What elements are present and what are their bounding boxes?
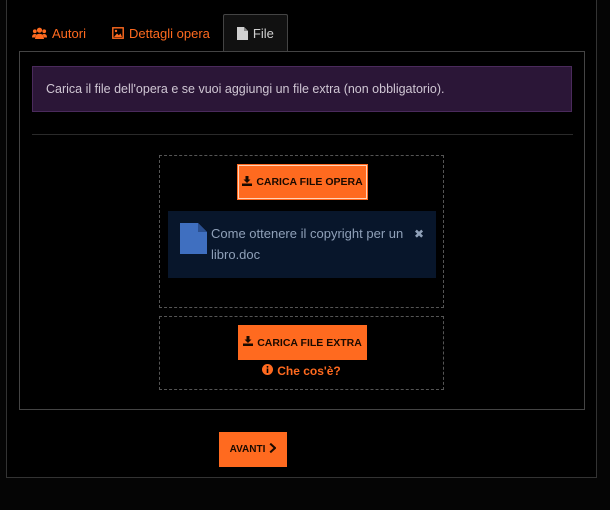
upload-icon [243,336,254,349]
image-icon [112,27,124,39]
upload-icon [242,175,253,189]
uploaded-file-name: Come ottenere il copyright per un libro.… [211,226,404,262]
next-button[interactable]: AVANTI [219,432,287,467]
uploaded-file-item: Come ottenere il copyright per un libro.… [168,211,436,278]
file-icon [236,26,248,40]
upload-extra-file-button[interactable]: CARICA FILE EXTRA [238,325,367,360]
tab-content-file: Carica il file dell'opera e se vuoi aggi… [19,51,585,410]
document-icon [180,223,207,259]
info-alert: Carica il file dell'opera e se vuoi aggi… [32,66,572,112]
tab-bar: Autori Dettagli opera File [19,14,288,52]
next-button-label: AVANTI [229,444,266,455]
upload-main-file-button[interactable]: CARICA FILE OPERA [238,165,367,199]
info-circle-icon [262,364,274,378]
whatis-link[interactable]: Che cos'è? [160,364,443,378]
tab-dettagli-opera-label: Dettagli opera [128,25,210,41]
upload-extra-file-label: CARICA FILE EXTRA [257,336,362,349]
tab-dettagli-opera[interactable]: Dettagli opera [99,14,223,52]
tab-autori[interactable]: Autori [19,14,99,52]
remove-file-icon[interactable]: ✖ [414,227,424,241]
tab-file-label: File [252,25,274,41]
extra-file-dropzone[interactable]: CARICA FILE EXTRA Che cos'è? [159,316,444,390]
upload-main-file-label: CARICA FILE OPERA [256,176,363,188]
chevron-right-icon [269,442,277,456]
tab-file[interactable]: File [222,14,288,52]
whatis-label: Che cos'è? [277,364,341,378]
info-alert-text: Carica il file dell'opera e se vuoi aggi… [46,82,445,96]
main-file-dropzone[interactable]: CARICA FILE OPERA Come ottenere il copyr… [159,155,444,308]
users-icon [32,27,47,39]
divider [32,134,573,135]
tab-autori-label: Autori [52,25,86,41]
